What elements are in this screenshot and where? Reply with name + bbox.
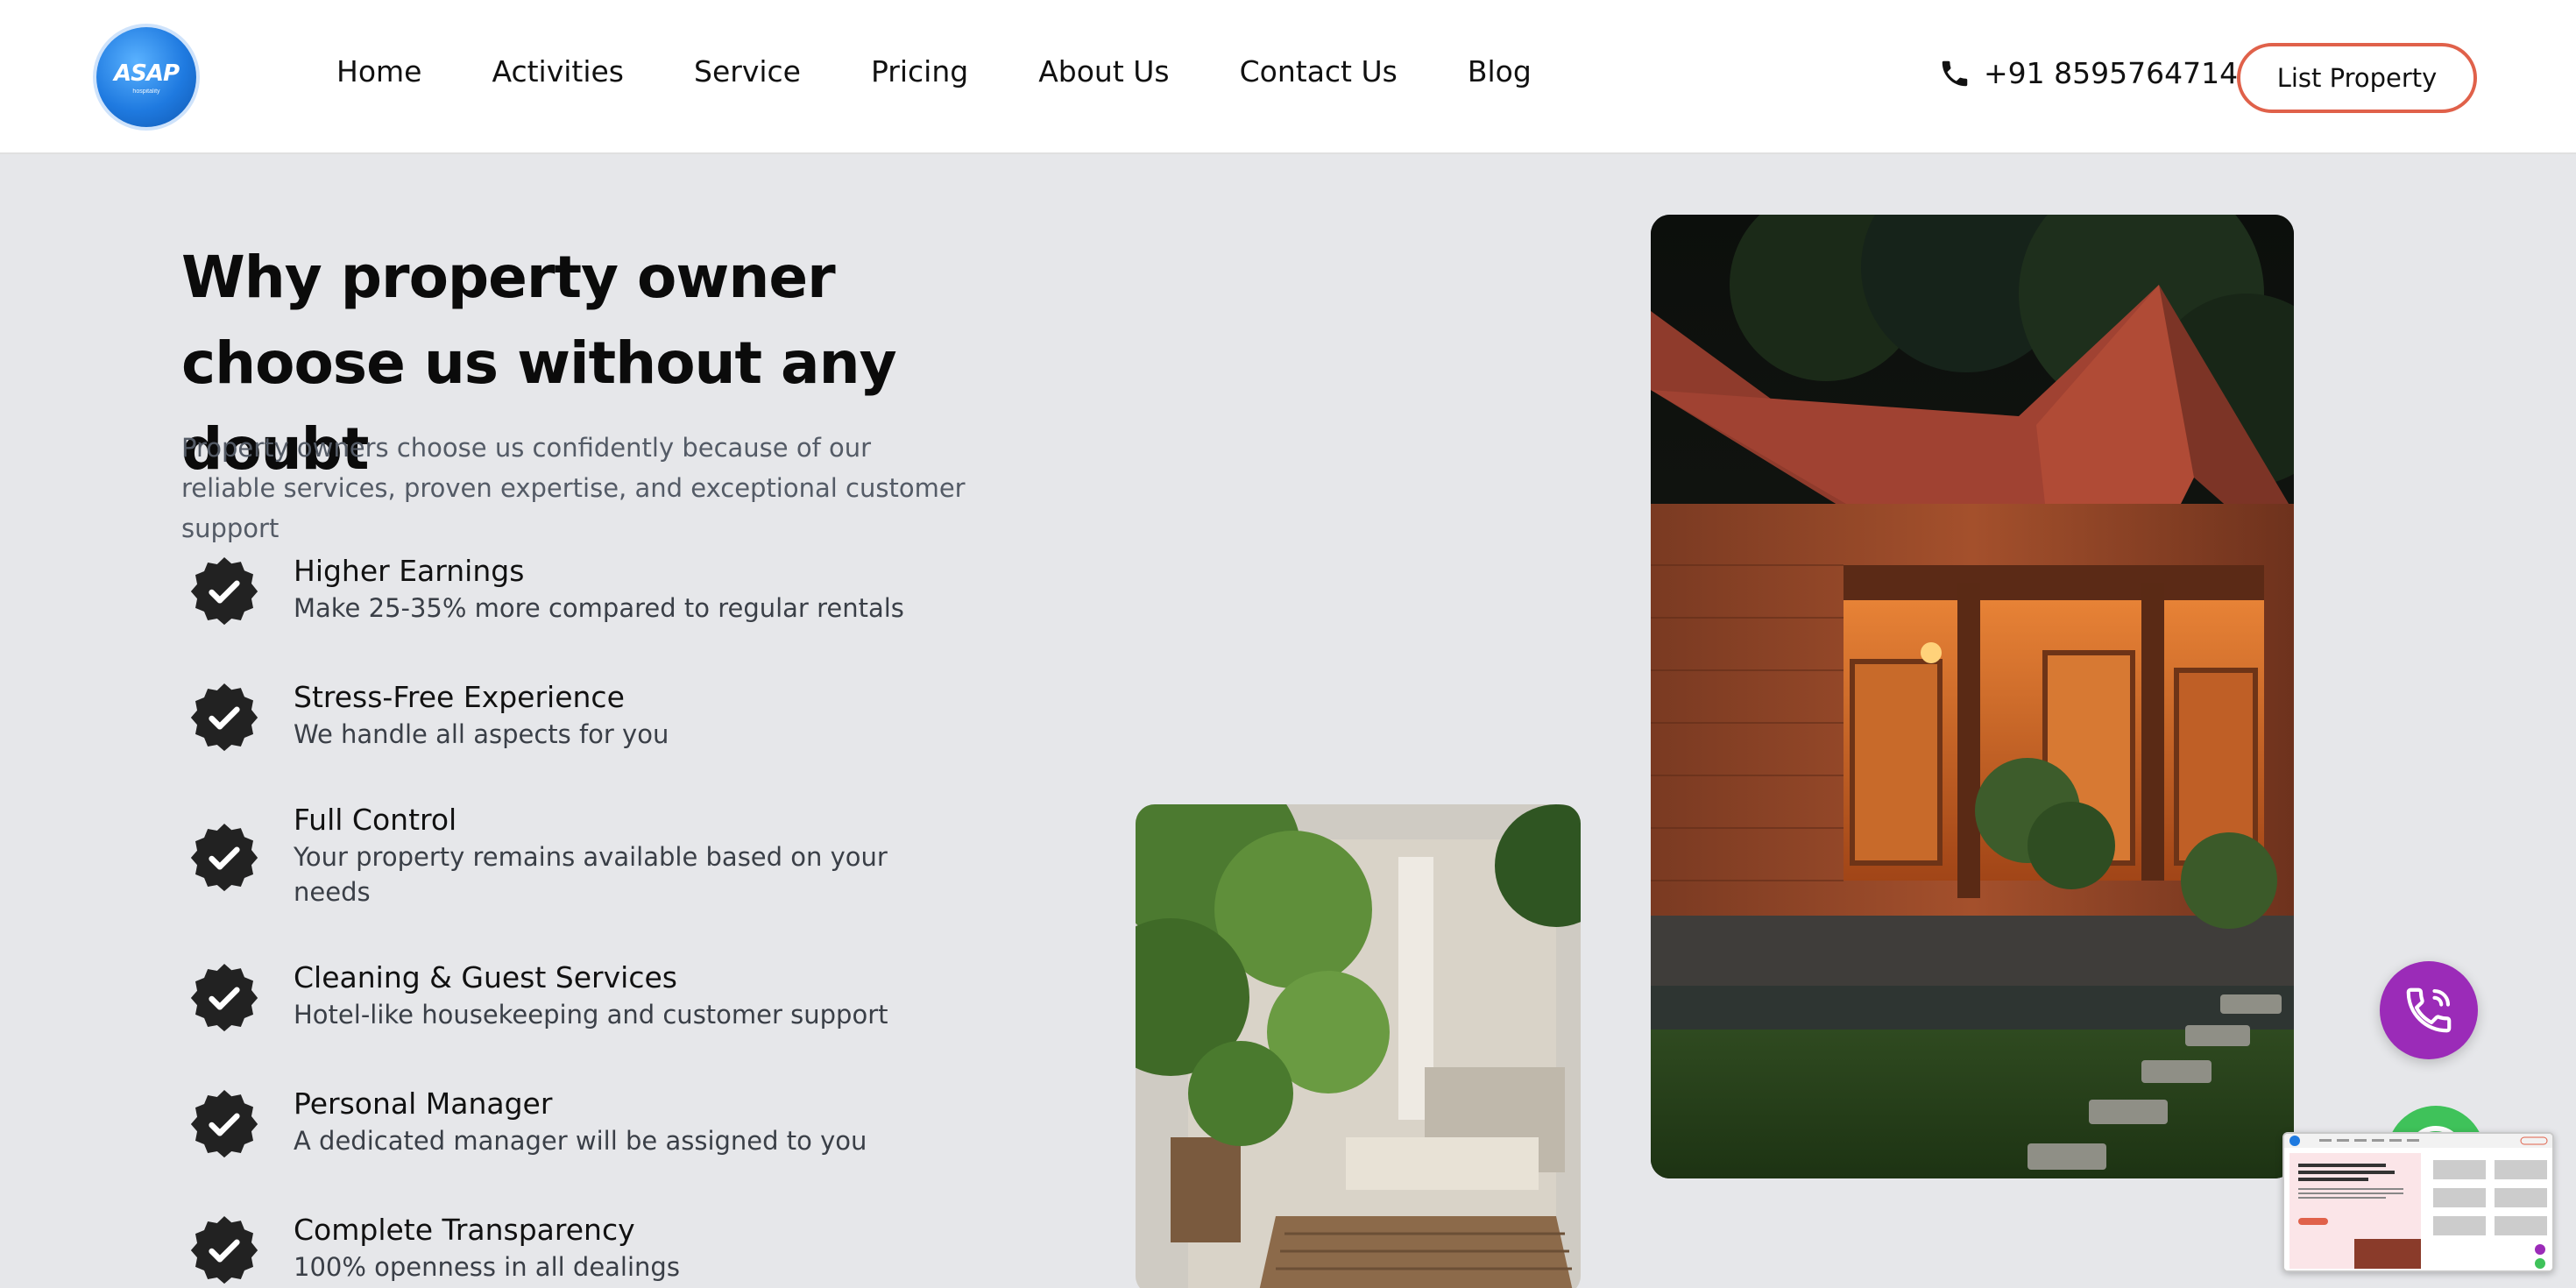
feature-description: 100% openness in all dealings <box>294 1252 680 1282</box>
logo-text: ASAP <box>113 60 180 87</box>
feature-title: Cleaning & Guest Services <box>294 960 677 994</box>
list-property-button[interactable]: List Property <box>2237 43 2477 113</box>
phone-number: +91 8595764714 <box>1984 56 2239 90</box>
main-nav: Home Activities Service Pricing About Us… <box>336 54 1602 88</box>
site-header: ASAP hospitality Home Activities Service… <box>0 0 2576 154</box>
feature-title: Stress-Free Experience <box>294 680 625 714</box>
property-photo-building <box>1136 804 1581 1288</box>
verified-badge-icon <box>190 683 258 752</box>
verified-badge-icon <box>190 557 258 626</box>
nav-pricing[interactable]: Pricing <box>871 54 968 88</box>
phone-call-icon <box>2406 987 2452 1033</box>
feature-description: Make 25-35% more compared to regular ren… <box>294 593 904 623</box>
brand-logo[interactable]: ASAP hospitality <box>96 27 196 127</box>
nav-activities[interactable]: Activities <box>492 54 624 88</box>
verified-badge-icon <box>190 1090 258 1158</box>
phone-link[interactable]: +91 8595764714 <box>1938 56 2238 90</box>
feature-title: Full Control <box>294 803 457 837</box>
nav-blog[interactable]: Blog <box>1468 54 1532 88</box>
nav-home[interactable]: Home <box>336 54 421 88</box>
section-subtitle: Property owners choose us confidently be… <box>181 433 966 543</box>
feature-description: Hotel-like housekeeping and customer sup… <box>294 1000 888 1030</box>
thumbnail-preview-illustration <box>2284 1134 2552 1270</box>
building-illustration <box>1136 804 1581 1288</box>
feature-title: Complete Transparency <box>294 1213 635 1247</box>
verified-badge-icon <box>190 824 258 892</box>
call-button[interactable] <box>2380 961 2478 1059</box>
feature-description: We handle all aspects for you <box>294 719 669 749</box>
verified-badge-icon <box>190 964 258 1032</box>
verified-badge-icon <box>190 1216 258 1284</box>
villa-illustration <box>1651 215 2294 1178</box>
phone-icon <box>1942 60 1968 86</box>
property-photo-villa <box>1651 215 2294 1178</box>
feature-title: Higher Earnings <box>294 554 525 588</box>
nav-service[interactable]: Service <box>694 54 801 88</box>
logo-subtext: hospitality <box>132 88 160 95</box>
window-preview-thumbnail[interactable] <box>2282 1132 2554 1272</box>
feature-description: Your property remains available based on… <box>294 842 888 907</box>
feature-description: A dedicated manager will be assigned to … <box>294 1126 867 1156</box>
feature-title: Personal Manager <box>294 1086 553 1121</box>
nav-about-us[interactable]: About Us <box>1038 54 1169 88</box>
nav-contact-us[interactable]: Contact Us <box>1240 54 1398 88</box>
